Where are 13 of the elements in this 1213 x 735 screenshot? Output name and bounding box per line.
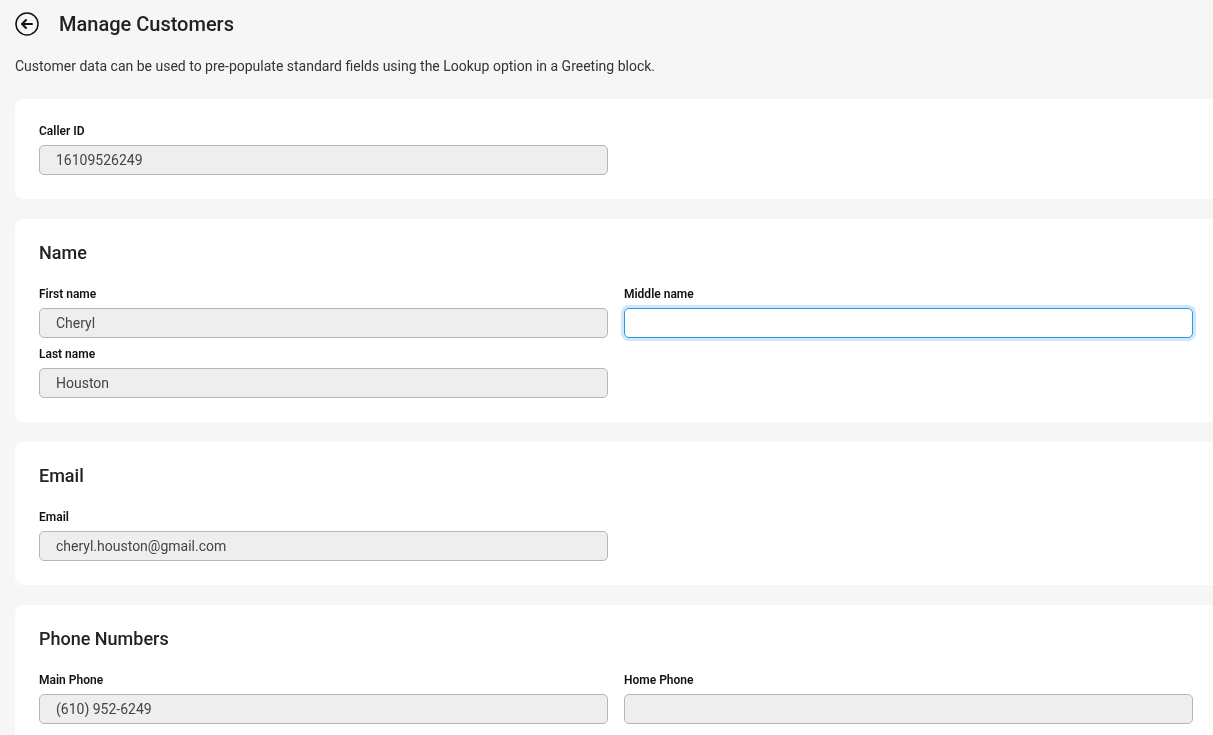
field-label: Home Phone (624, 672, 695, 688)
field-label: First name (39, 286, 98, 302)
section-title: Phone Numbers (39, 627, 170, 651)
description-text: Customer data can be used to pre-populate standard fields using the Lookup option in a Greeting block. (15, 57, 657, 76)
page-title: Manage Customers (59, 11, 234, 38)
field-label: Email (39, 509, 70, 525)
field-label: Main Phone (39, 672, 105, 688)
field-label: Middle name (624, 286, 695, 302)
field-label: Last name (39, 346, 97, 362)
section-title: Email (39, 464, 85, 488)
section-title: Name (39, 241, 88, 265)
field-label: Caller ID (39, 123, 86, 139)
input-field[interactable] (624, 308, 1193, 338)
